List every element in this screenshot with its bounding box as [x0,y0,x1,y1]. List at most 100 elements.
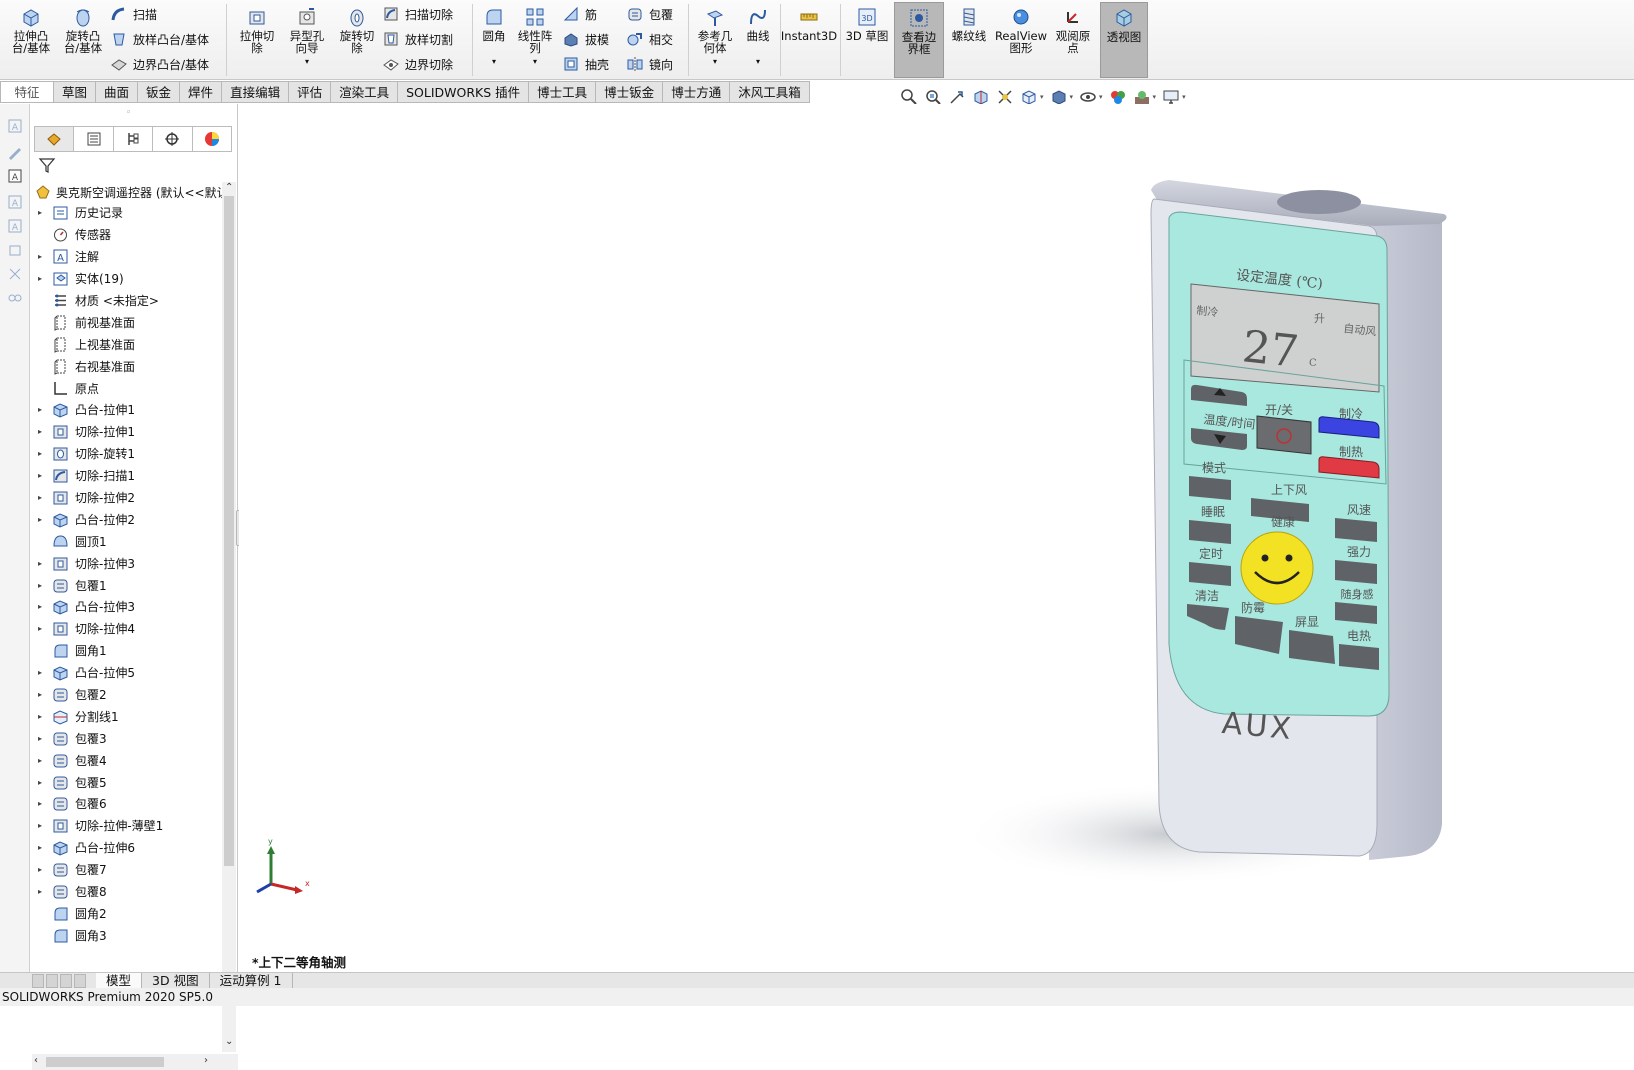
view-orientation-dropdown-icon[interactable]: ▾ [1040,93,1044,101]
command-tab[interactable]: SOLIDWORKS 插件 [398,81,530,103]
intersect-button[interactable]: 相交 [626,30,673,48]
tree-item[interactable]: 前视基准面 [30,311,226,333]
command-tab[interactable]: 博士钣金 [596,81,664,103]
tree-item[interactable]: 传感器 [30,224,226,246]
power-button[interactable] [1256,415,1312,455]
speed-button[interactable] [1335,518,1377,542]
wrap-button[interactable]: 包覆 [626,5,673,23]
linear-pattern-button[interactable]: 线性阵 列 ▾ [512,6,558,68]
tree-item[interactable]: 材质 <未指定> [30,290,226,312]
filter-icon[interactable] [38,156,56,174]
datum-icon[interactable] [7,266,23,282]
sketch-tool-icon[interactable]: A [7,118,23,134]
display-manager-tab[interactable] [193,127,231,151]
scroll-down-icon[interactable]: ⌄ [225,1036,233,1047]
expand-arrow-icon[interactable]: ▸ [38,559,48,568]
tree-item[interactable]: 圆角1 [30,640,226,662]
tree-item[interactable]: ▸ 切除-拉伸3 [30,552,226,574]
sweep-button[interactable]: 扫描 [110,5,157,23]
rib-button[interactable]: 筋 [562,5,597,23]
expand-arrow-icon[interactable]: ▸ [38,427,48,436]
panel-collapse-icon[interactable]: ◦ [126,108,131,118]
mirror-button[interactable]: 镜向 [626,55,673,73]
expand-arrow-icon[interactable]: ▸ [38,449,48,458]
swept-cut-button[interactable]: 扫描切除 [382,5,453,23]
command-tab[interactable]: 博士工具 [529,81,597,103]
revolve-cut-button[interactable]: 旋转切 除 [334,6,380,54]
tree-item[interactable]: ▸ 切除-拉伸2 [30,487,226,509]
tree-item[interactable]: ▸ 包覆1 [30,574,226,596]
scrollbar-thumb[interactable] [46,1057,164,1067]
expand-arrow-icon[interactable]: ▸ [38,208,48,217]
command-tab[interactable]: 草图 [54,81,97,103]
tree-item[interactable]: ▸ 历史记录 [30,202,226,224]
scrollbar-thumb[interactable] [224,196,234,866]
tree-root-part[interactable]: 奥克斯空调遥控器 (默认<<默认 [34,182,234,202]
property-manager-tab[interactable] [74,127,114,151]
surface-finish-icon[interactable]: A [7,218,23,234]
tree-item[interactable]: ▸ 凸台-拉伸1 [30,399,226,421]
tree-item[interactable]: 圆角2 [30,903,226,925]
tree-item[interactable]: ▸ 凸台-拉伸6 [30,837,226,859]
tree-item[interactable]: 圆角3 [30,924,226,946]
extrude-cut-button[interactable]: 拉伸切 除 [234,6,280,54]
tree-item[interactable]: ▸ 包覆8 [30,881,226,903]
tab-motion-study[interactable]: 运动算例 1 [210,973,293,989]
tree-item[interactable]: ▸ 包覆4 [30,749,226,771]
reference-geometry-dropdown-icon[interactable]: ▾ [713,56,717,68]
3d-sketch-button[interactable]: 3D 3D 草图 [844,6,890,42]
tree-item[interactable]: ▸ A 注解 [30,246,226,268]
expand-arrow-icon[interactable]: ▸ [38,515,48,524]
expand-arrow-icon[interactable]: ▸ [38,778,48,787]
tree-item[interactable]: ▸ 切除-旋转1 [30,443,226,465]
remote-control-model[interactable]: 设定温度 (℃) 制冷 27 C 升 自动风 温度/时间 开/关 制冷 制热 模… [239,104,1634,972]
tab-model[interactable]: 模型 [96,973,143,989]
instant3d-button[interactable]: Instant3D [781,6,837,42]
boundary-cut-button[interactable]: 边界切除 [382,55,453,73]
expand-arrow-icon[interactable]: ▸ [38,493,48,502]
expand-arrow-icon[interactable]: ▸ [38,712,48,721]
curves-dropdown-icon[interactable]: ▾ [756,56,760,68]
health-smiley-button[interactable] [1240,531,1314,605]
next-tab-icon[interactable] [60,974,72,988]
tree-item[interactable]: 上视基准面 [30,333,226,355]
command-tab[interactable]: 特征 [0,81,54,103]
expand-arrow-icon[interactable]: ▸ [38,843,48,852]
command-tab[interactable]: 焊件 [180,81,223,103]
expand-arrow-icon[interactable]: ▸ [38,734,48,743]
expand-arrow-icon[interactable]: ▸ [38,471,48,480]
tree-item[interactable]: ▸ 切除-拉伸4 [30,618,226,640]
curves-button[interactable]: 曲线 ▾ [740,6,776,68]
configuration-manager-tab[interactable] [114,127,154,151]
expand-arrow-icon[interactable]: ▸ [38,690,48,699]
apply-scene-dropdown-icon[interactable]: ▾ [1153,93,1157,101]
tree-vertical-scrollbar[interactable]: ⌃ ⌄ [222,182,236,1052]
tree-item[interactable]: 右视基准面 [30,355,226,377]
note-tool-icon[interactable]: A [7,168,23,184]
chain-icon[interactable] [7,290,23,306]
expand-arrow-icon[interactable]: ▸ [38,624,48,633]
strong-button[interactable] [1335,560,1377,584]
expand-arrow-icon[interactable]: ▸ [38,602,48,611]
tree-horizontal-scrollbar[interactable]: ‹ › [32,1054,238,1070]
shell-button[interactable]: 抽壳 [562,55,609,73]
command-tab[interactable]: 渲染工具 [331,81,399,103]
tree-item[interactable]: 圆顶1 [30,530,226,552]
hide-show-dropdown-icon[interactable]: ▾ [1099,93,1103,101]
fillet-button[interactable]: 圆角 ▾ [476,6,512,68]
command-tab[interactable]: 评估 [289,81,332,103]
draft-button[interactable]: 拔模 [562,30,609,48]
command-tab[interactable]: 直接编辑 [222,81,290,103]
expand-arrow-icon[interactable]: ▸ [38,865,48,874]
sleep-button[interactable] [1189,520,1231,544]
expand-arrow-icon[interactable]: ▸ [38,799,48,808]
dimxpert-tab[interactable] [153,127,193,151]
lofted-cut-button[interactable]: 放样切割 [382,30,453,48]
view-settings-dropdown-icon[interactable]: ▾ [1182,93,1186,101]
thread-button[interactable]: 螺纹线 [946,6,992,42]
view-origin-button[interactable]: 观阅原 点 [1050,6,1096,54]
realview-button[interactable]: RealView 图形 [995,6,1047,54]
expand-arrow-icon[interactable]: ▸ [38,274,48,283]
tree-item[interactable]: ▸ 分割线1 [30,705,226,727]
linear-pattern-dropdown-icon[interactable]: ▾ [533,56,537,68]
